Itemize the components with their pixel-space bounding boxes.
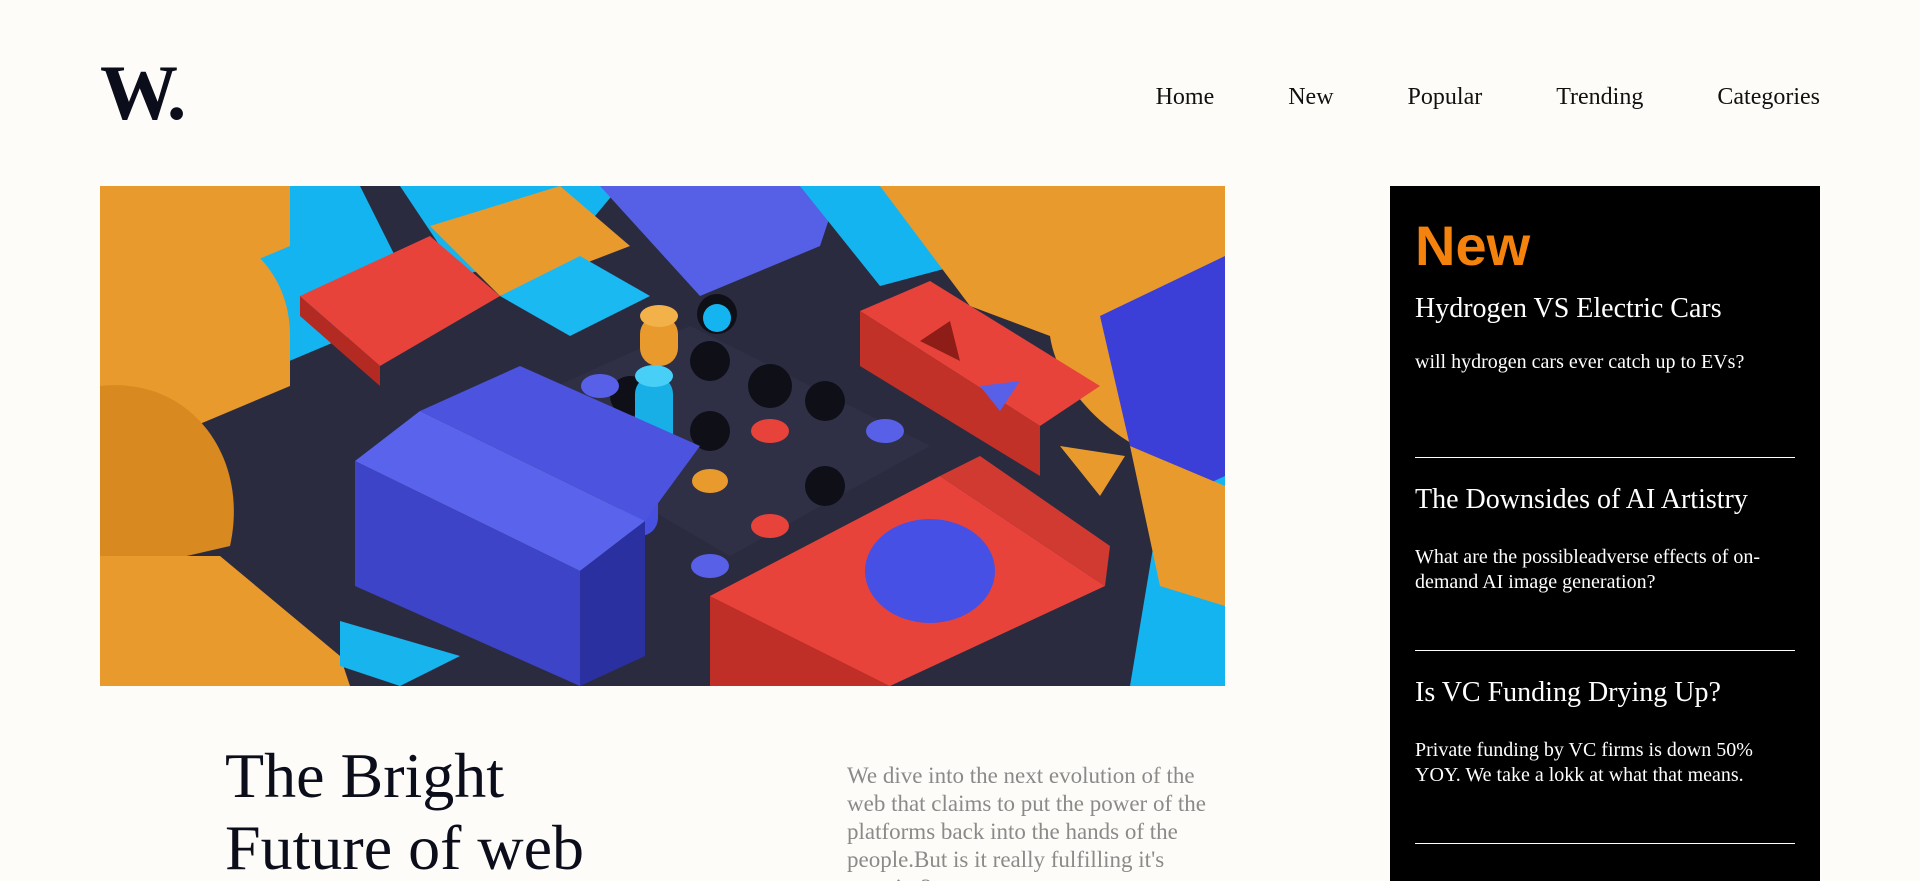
nav-categories[interactable]: Categories	[1717, 80, 1820, 114]
nav-new[interactable]: New	[1288, 80, 1333, 114]
nav-trending[interactable]: Trending	[1556, 80, 1643, 114]
new-stories-sidebar: New Hydrogen VS Electric Cars will hydro…	[1390, 186, 1820, 881]
nav-popular[interactable]: Popular	[1408, 80, 1483, 114]
story-summary: Private funding by VC firms is down 50% …	[1415, 739, 1753, 786]
story-item[interactable]: The Downsides of AI Artistry What are th…	[1415, 483, 1795, 651]
story-title[interactable]: The Downsides of AI Artistry	[1415, 483, 1795, 517]
main-nav: Home New Popular Trending Categories	[1156, 80, 1820, 114]
story-summary: will hydrogen cars ever catch up to EVs?	[1415, 351, 1745, 373]
story-item[interactable]: Hydrogen VS Electric Cars will hydrogen …	[1415, 292, 1795, 458]
abstract-blocks-illustration	[100, 186, 1225, 686]
article-excerpt: We dive into the next evolution of the w…	[847, 763, 1206, 881]
story-title[interactable]: Hydrogen VS Electric Cars	[1415, 292, 1795, 326]
story-item[interactable]: Is VC Funding Drying Up? Private funding…	[1415, 676, 1795, 844]
story-title[interactable]: Is VC Funding Drying Up?	[1415, 676, 1795, 710]
article-title[interactable]: The Bright Future of web	[225, 740, 685, 881]
site-logo[interactable]: W.	[100, 54, 186, 132]
story-summary: What are the possibleadverse effects of …	[1415, 546, 1761, 593]
hero-image[interactable]	[100, 186, 1225, 686]
sidebar-heading: New	[1415, 214, 1531, 277]
page: W. Home New Popular Trending Categories	[0, 0, 1920, 881]
nav-home[interactable]: Home	[1156, 80, 1215, 114]
